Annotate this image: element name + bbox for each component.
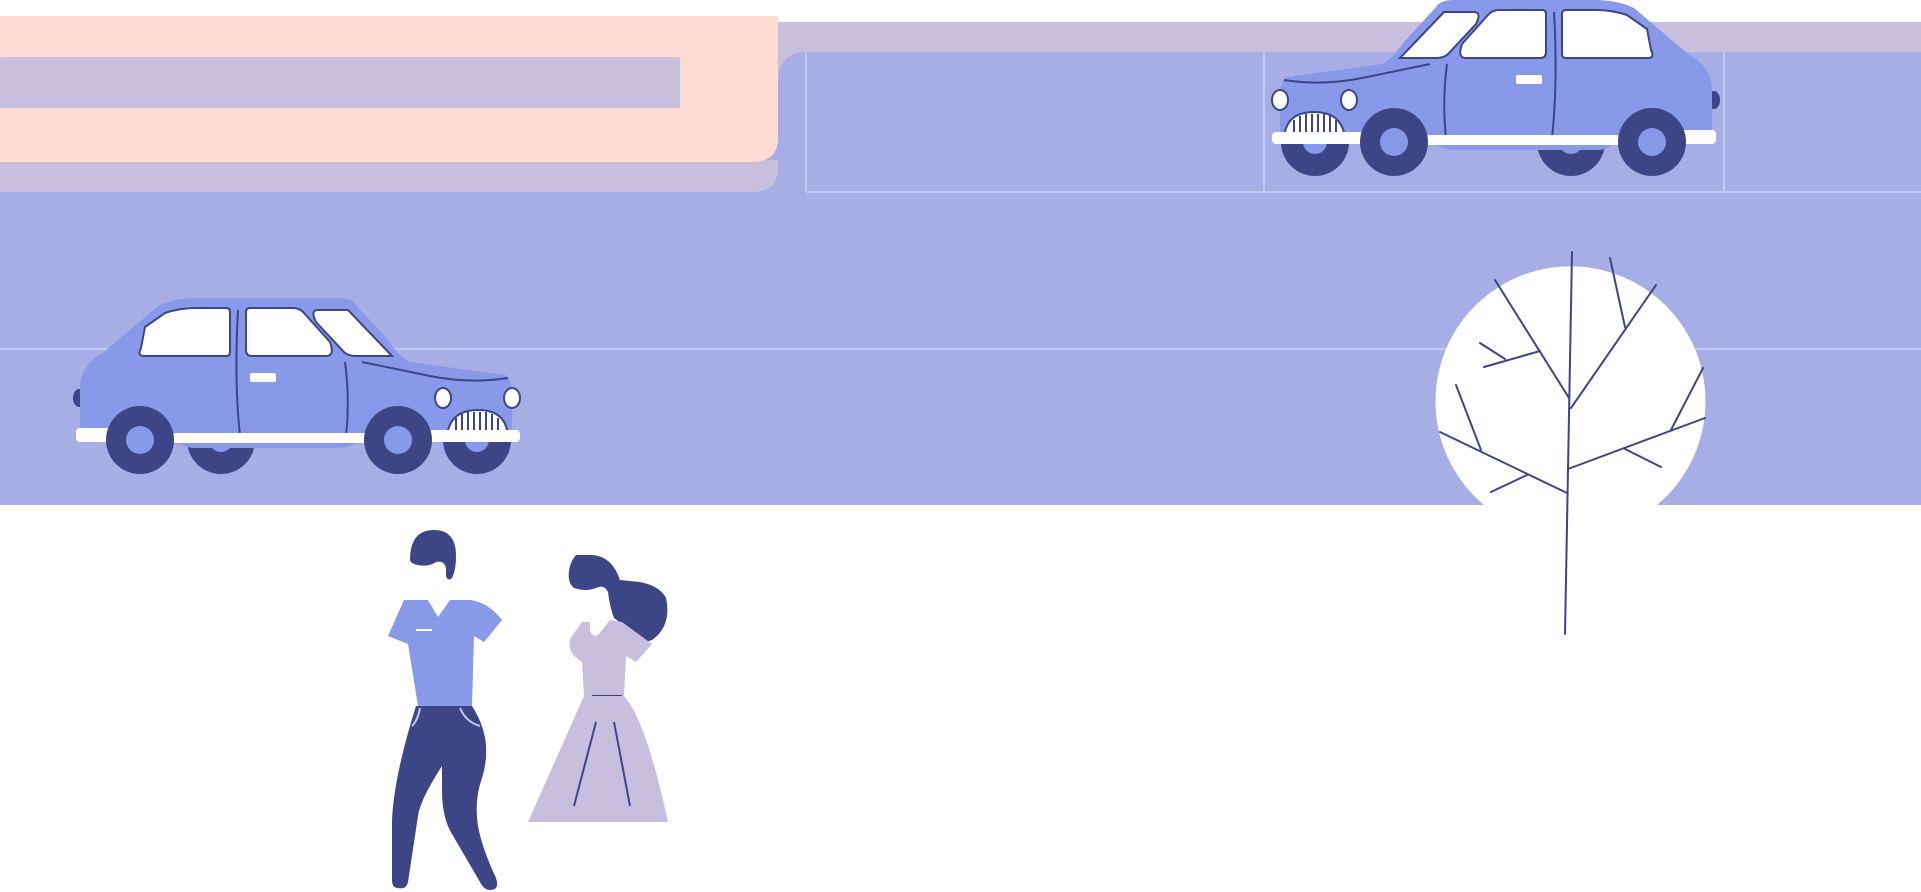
man-head <box>410 530 456 580</box>
man-shirt <box>388 600 502 706</box>
car-left-headlight <box>434 387 452 409</box>
man-pants <box>392 706 498 890</box>
man-figure <box>388 530 502 890</box>
car-left-front-bumper <box>428 430 520 442</box>
lavender-inner-band <box>0 57 680 108</box>
car-right-handle <box>1516 75 1542 84</box>
car-right-front-bumper <box>1272 132 1364 144</box>
car-right-headlight <box>1340 89 1358 111</box>
car-right-headlight <box>1271 89 1289 111</box>
lavender-under-band <box>0 160 778 192</box>
tree <box>1435 251 1706 635</box>
car-left-handle <box>250 373 276 382</box>
car-left-rear-bumper <box>76 428 110 442</box>
woman-skirt <box>528 696 668 822</box>
street-illustration <box>0 0 1921 890</box>
car-left-headlight <box>503 387 521 409</box>
car-right-side-trim <box>1424 135 1620 145</box>
lavender-strip-top <box>778 22 1921 52</box>
car-right-rear-bumper <box>1682 130 1716 144</box>
car-left-side-trim <box>172 433 368 443</box>
woman-figure <box>528 555 668 822</box>
